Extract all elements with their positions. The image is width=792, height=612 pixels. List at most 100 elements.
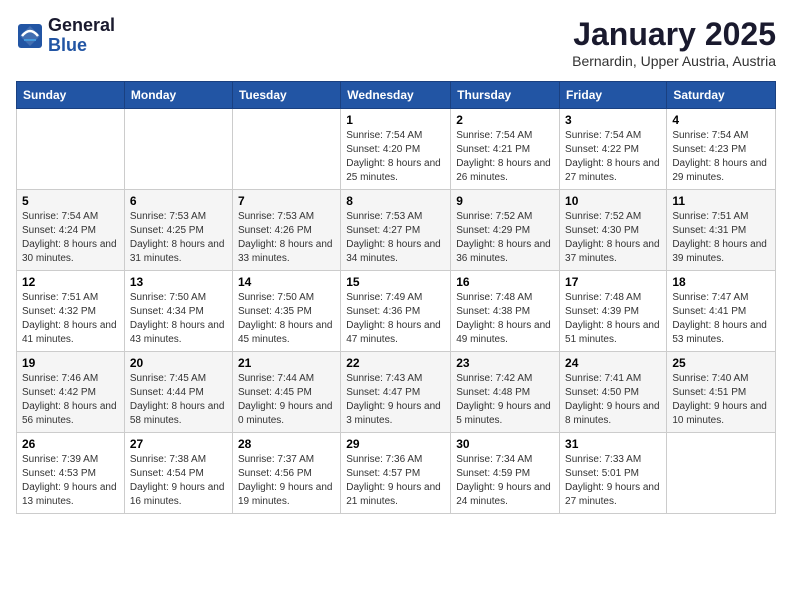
day-info: Sunrise: 7:38 AM Sunset: 4:54 PM Dayligh… [130,453,227,509]
header: General Blue January 2025 Bernardin, Upp… [16,16,776,69]
calendar-cell [17,109,125,190]
day-info: Sunrise: 7:44 AM Sunset: 4:45 PM Dayligh… [238,372,335,428]
day-number: 13 [130,275,227,289]
day-info: Sunrise: 7:54 AM Sunset: 4:23 PM Dayligh… [672,129,770,185]
day-number: 9 [456,194,554,208]
day-info: Sunrise: 7:43 AM Sunset: 4:47 PM Dayligh… [346,372,445,428]
title-area: January 2025 Bernardin, Upper Austria, A… [572,16,776,69]
calendar-cell: 27 Sunrise: 7:38 AM Sunset: 4:54 PM Dayli… [124,433,232,514]
calendar-cell: 31Sunrise: 7:33 AM Sunset: 5:01 PM Dayli… [560,433,667,514]
logo-blue: Blue [48,36,115,56]
day-number: 19 [22,356,119,370]
day-info: Sunrise: 7:48 AM Sunset: 4:38 PM Dayligh… [456,291,554,347]
day-info: Sunrise: 7:48 AM Sunset: 4:39 PM Dayligh… [565,291,661,347]
day-number: 5 [22,194,119,208]
day-number: 1 [346,113,445,127]
logo-text: General Blue [48,16,115,56]
calendar-cell: 6 Sunrise: 7:53 AM Sunset: 4:25 PM Daylig… [124,190,232,271]
calendar-cell: 10 Sunrise: 7:52 AM Sunset: 4:30 PM Dayli… [560,190,667,271]
day-info: Sunrise: 7:46 AM Sunset: 4:42 PM Dayligh… [22,372,119,428]
calendar-cell: 8Sunrise: 7:53 AM Sunset: 4:27 PM Daylig… [341,190,451,271]
calendar-cell: 26Sunrise: 7:39 AM Sunset: 4:53 PM Dayli… [17,433,125,514]
day-info: Sunrise: 7:45 AM Sunset: 4:44 PM Dayligh… [130,372,227,428]
calendar-cell: 19 Sunrise: 7:46 AM Sunset: 4:42 PM Dayli… [17,352,125,433]
day-number: 29 [346,437,445,451]
day-info: Sunrise: 7:36 AM Sunset: 4:57 PM Dayligh… [346,453,445,509]
month-title: January 2025 [572,16,776,53]
calendar-cell: 12 Sunrise: 7:51 AM Sunset: 4:32 PM Dayli… [17,271,125,352]
logo: General Blue [16,16,115,56]
calendar-cell: 17 Sunrise: 7:48 AM Sunset: 4:39 PM Dayli… [560,271,667,352]
day-info: Sunrise: 7:37 AM Sunset: 4:56 PM Dayligh… [238,453,335,509]
week-row-3: 12 Sunrise: 7:51 AM Sunset: 4:32 PM Dayli… [17,271,776,352]
day-number: 24 [565,356,661,370]
day-info: Sunrise: 7:54 AM Sunset: 4:24 PM Dayligh… [22,210,119,266]
calendar-cell: 14 Sunrise: 7:50 AM Sunset: 4:35 PM Dayli… [232,271,340,352]
calendar-header-row: SundayMondayTuesdayWednesdayThursdayFrid… [17,82,776,109]
calendar-cell: 15Sunrise: 7:49 AM Sunset: 4:36 PM Dayli… [341,271,451,352]
day-info: Sunrise: 7:54 AM Sunset: 4:22 PM Dayligh… [565,129,661,185]
calendar: SundayMondayTuesdayWednesdayThursdayFrid… [16,81,776,514]
day-number: 27 [130,437,227,451]
day-number: 18 [672,275,770,289]
subtitle: Bernardin, Upper Austria, Austria [572,53,776,69]
day-info: Sunrise: 7:54 AM Sunset: 4:21 PM Dayligh… [456,129,554,185]
calendar-cell: 16 Sunrise: 7:48 AM Sunset: 4:38 PM Dayli… [451,271,560,352]
day-number: 8 [346,194,445,208]
day-number: 3 [565,113,661,127]
logo-icon [16,22,44,50]
day-number: 10 [565,194,661,208]
calendar-cell: 2Sunrise: 7:54 AM Sunset: 4:21 PM Daylig… [451,109,560,190]
calendar-cell: 4 Sunrise: 7:54 AM Sunset: 4:23 PM Daylig… [667,109,776,190]
calendar-cell: 13 Sunrise: 7:50 AM Sunset: 4:34 PM Dayli… [124,271,232,352]
calendar-cell: 28Sunrise: 7:37 AM Sunset: 4:56 PM Dayli… [232,433,340,514]
week-row-2: 5 Sunrise: 7:54 AM Sunset: 4:24 PM Daylig… [17,190,776,271]
calendar-cell [667,433,776,514]
calendar-cell: 18 Sunrise: 7:47 AM Sunset: 4:41 PM Dayli… [667,271,776,352]
day-header-saturday: Saturday [667,82,776,109]
logo-general: General [48,16,115,36]
day-number: 7 [238,194,335,208]
calendar-cell: 29 Sunrise: 7:36 AM Sunset: 4:57 PM Dayli… [341,433,451,514]
day-info: Sunrise: 7:52 AM Sunset: 4:30 PM Dayligh… [565,210,661,266]
day-info: Sunrise: 7:34 AM Sunset: 4:59 PM Dayligh… [456,453,554,509]
day-number: 11 [672,194,770,208]
day-info: Sunrise: 7:40 AM Sunset: 4:51 PM Dayligh… [672,372,770,428]
day-info: Sunrise: 7:41 AM Sunset: 4:50 PM Dayligh… [565,372,661,428]
day-info: Sunrise: 7:53 AM Sunset: 4:25 PM Dayligh… [130,210,227,266]
day-number: 20 [130,356,227,370]
day-info: Sunrise: 7:51 AM Sunset: 4:32 PM Dayligh… [22,291,119,347]
calendar-cell: 30 Sunrise: 7:34 AM Sunset: 4:59 PM Dayli… [451,433,560,514]
day-number: 4 [672,113,770,127]
day-info: Sunrise: 7:52 AM Sunset: 4:29 PM Dayligh… [456,210,554,266]
day-number: 22 [346,356,445,370]
day-header-monday: Monday [124,82,232,109]
day-number: 16 [456,275,554,289]
day-info: Sunrise: 7:42 AM Sunset: 4:48 PM Dayligh… [456,372,554,428]
day-number: 23 [456,356,554,370]
day-number: 6 [130,194,227,208]
week-row-1: 1 Sunrise: 7:54 AM Sunset: 4:20 PM Daylig… [17,109,776,190]
day-header-tuesday: Tuesday [232,82,340,109]
day-info: Sunrise: 7:50 AM Sunset: 4:34 PM Dayligh… [130,291,227,347]
day-number: 17 [565,275,661,289]
day-number: 25 [672,356,770,370]
day-info: Sunrise: 7:39 AM Sunset: 4:53 PM Dayligh… [22,453,119,509]
calendar-cell [232,109,340,190]
calendar-cell: 7Sunrise: 7:53 AM Sunset: 4:26 PM Daylig… [232,190,340,271]
day-header-sunday: Sunday [17,82,125,109]
day-info: Sunrise: 7:47 AM Sunset: 4:41 PM Dayligh… [672,291,770,347]
day-number: 14 [238,275,335,289]
calendar-cell: 5 Sunrise: 7:54 AM Sunset: 4:24 PM Daylig… [17,190,125,271]
calendar-cell: 11Sunrise: 7:51 AM Sunset: 4:31 PM Dayli… [667,190,776,271]
day-info: Sunrise: 7:50 AM Sunset: 4:35 PM Dayligh… [238,291,335,347]
day-info: Sunrise: 7:54 AM Sunset: 4:20 PM Dayligh… [346,129,445,185]
calendar-cell: 1 Sunrise: 7:54 AM Sunset: 4:20 PM Daylig… [341,109,451,190]
day-number: 15 [346,275,445,289]
day-number: 12 [22,275,119,289]
day-header-friday: Friday [560,82,667,109]
calendar-cell [124,109,232,190]
calendar-cell: 22 Sunrise: 7:43 AM Sunset: 4:47 PM Dayli… [341,352,451,433]
week-row-5: 26Sunrise: 7:39 AM Sunset: 4:53 PM Dayli… [17,433,776,514]
day-number: 30 [456,437,554,451]
